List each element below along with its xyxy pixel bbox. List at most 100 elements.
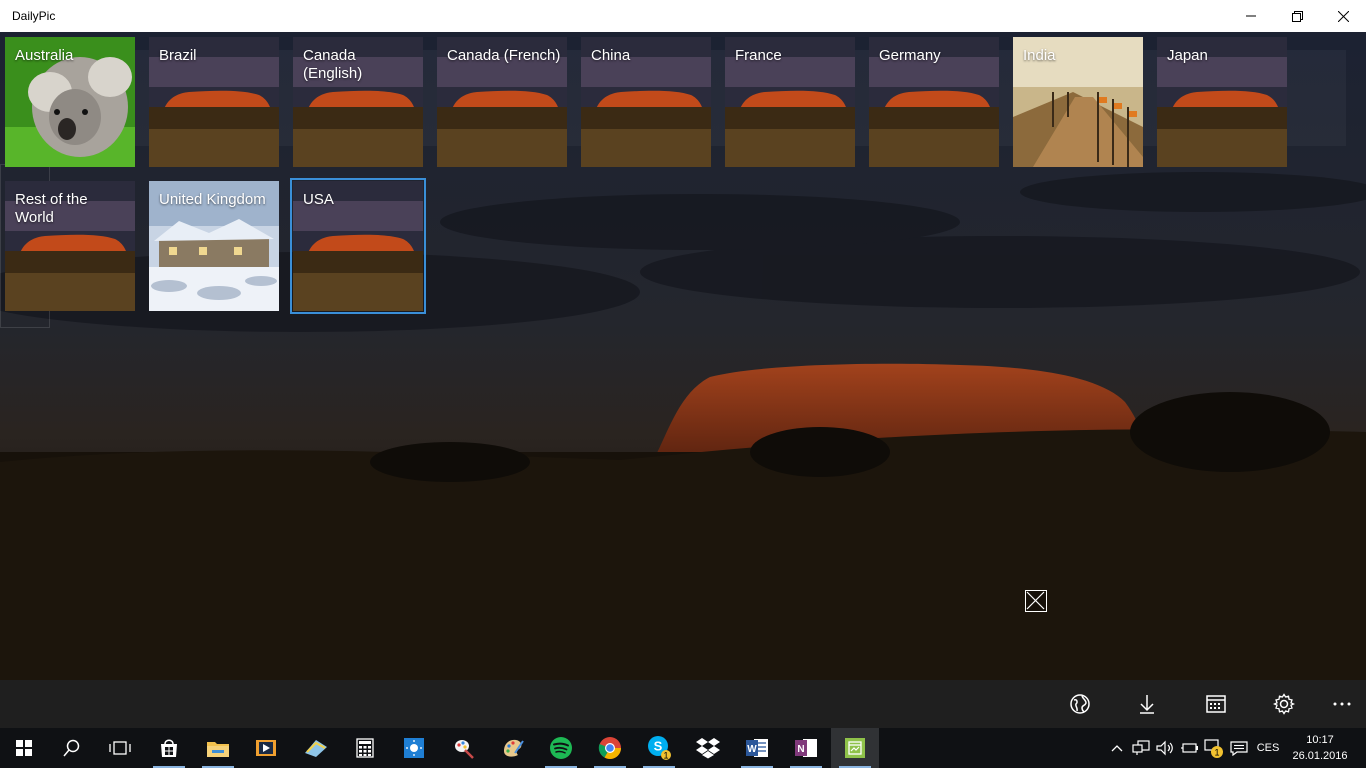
app-title: DailyPic [12,9,56,23]
taskbar: S 1 W N 1 CES 10:17 26.01.2016 [0,728,1366,768]
tile-label: India [1023,47,1056,64]
calendar-button[interactable] [1192,680,1240,728]
globe-icon [1070,694,1090,714]
close-icon [1026,591,1045,610]
calendar-icon [1206,695,1226,713]
word-icon: W [746,739,768,757]
tray-badge-count: 1 [1214,748,1219,758]
fresh-paint-icon [504,739,524,757]
task-view-icon [109,741,131,755]
taskbar-calculator[interactable] [341,728,389,768]
task-view-button[interactable] [96,728,144,768]
taskbar-weather[interactable] [390,728,438,768]
tile-japan[interactable]: Japan [1157,37,1287,167]
taskbar-media-player[interactable] [242,728,290,768]
taskbar-skype[interactable]: S 1 [635,728,683,768]
volume-button[interactable] [1154,728,1176,768]
battery-plug-icon [1181,743,1198,753]
clock-time: 10:17 [1306,734,1334,746]
tile-label: Germany [879,47,941,64]
dismiss-flyout-button[interactable] [1025,590,1047,612]
media-player-icon [256,740,276,756]
network-button[interactable] [1130,728,1152,768]
paint-icon [455,740,474,759]
input-language-button[interactable]: CES [1252,728,1284,768]
weather-icon [404,738,424,758]
tile-label: Canada (English) [303,47,363,82]
command-bar [0,680,1366,728]
tile-label: China [591,47,631,64]
clock[interactable]: 10:17 26.01.2016 [1290,732,1350,764]
settings-button[interactable] [1260,680,1308,728]
spotify-icon [550,737,572,759]
taskbar-dropbox[interactable] [684,728,732,768]
search-icon [63,739,80,757]
tile-label: Rest of the World [15,191,88,226]
photos-icon [305,740,327,757]
tray-notification-app[interactable]: 1 [1202,728,1226,768]
tile-china[interactable]: China [581,37,711,167]
close-window-button[interactable] [1320,0,1366,32]
title-bar: DailyPic [0,0,1366,32]
tile-canada-french[interactable]: Canada (French) [437,37,567,167]
start-button[interactable] [0,728,48,768]
svg-text:S: S [654,739,663,754]
minimize-button[interactable] [1228,0,1274,32]
taskbar-word[interactable]: W [733,728,781,768]
taskbar-file-explorer[interactable] [194,728,242,768]
volume-icon [1156,740,1173,756]
tile-france[interactable]: France [725,37,855,167]
chrome-icon [598,737,621,759]
skype-icon: S 1 [648,736,671,761]
message-icon [1230,741,1248,756]
tile-usa[interactable]: USA [290,178,426,314]
restore-icon [1291,10,1303,22]
tile-brazil[interactable]: Brazil [149,37,279,167]
dailypic-icon [845,738,865,758]
restore-button[interactable] [1274,0,1320,32]
tile-label: USA [303,191,334,208]
tile-label: Australia [15,47,74,64]
more-icon [1333,702,1351,706]
tile-germany[interactable]: Germany [869,37,999,167]
svg-text:W: W [747,744,757,755]
tile-india[interactable]: India [1013,37,1143,167]
download-icon [1140,695,1154,714]
calculator-icon [356,738,374,758]
start-icon [16,740,32,756]
tile-label: United Kingdom [159,191,266,208]
clock-date: 26.01.2016 [1292,750,1348,762]
action-center-button[interactable] [1228,728,1250,768]
chevron-up-icon [1111,745,1123,752]
region-button[interactable] [1056,680,1104,728]
tile-label: Brazil [159,47,197,64]
app-content: Australia Brazil Canada (English) Canada… [0,32,1366,680]
taskbar-onenote[interactable]: N [782,728,830,768]
show-hidden-icons-button[interactable] [1108,728,1126,768]
taskbar-dailypic[interactable] [831,728,879,768]
tile-united-kingdom[interactable]: United Kingdom [149,181,279,311]
search-button[interactable] [48,728,96,768]
onenote-icon: N [795,739,817,757]
svg-text:N: N [797,744,804,755]
skype-badge-count: 1 [663,751,668,761]
taskbar-spotify[interactable] [537,728,585,768]
download-button[interactable] [1123,680,1171,728]
taskbar-fresh-paint[interactable] [489,728,537,768]
more-button[interactable] [1318,680,1366,728]
taskbar-photos[interactable] [292,728,340,768]
store-icon [161,739,177,757]
tile-canada-english[interactable]: Canada (English) [293,37,423,167]
minimize-icon [1246,15,1256,17]
tile-label: France [735,47,782,64]
tile-rest-of-the-world[interactable]: Rest of the World [5,181,135,311]
file-explorer-icon [207,742,229,757]
power-button[interactable] [1178,728,1200,768]
taskbar-paint[interactable] [440,728,488,768]
tile-label: Canada (French) [447,47,561,64]
settings-icon [1273,693,1295,715]
tile-label: Japan [1167,47,1208,64]
tile-australia[interactable]: Australia [5,37,135,167]
taskbar-store[interactable] [145,728,193,768]
taskbar-chrome[interactable] [586,728,634,768]
